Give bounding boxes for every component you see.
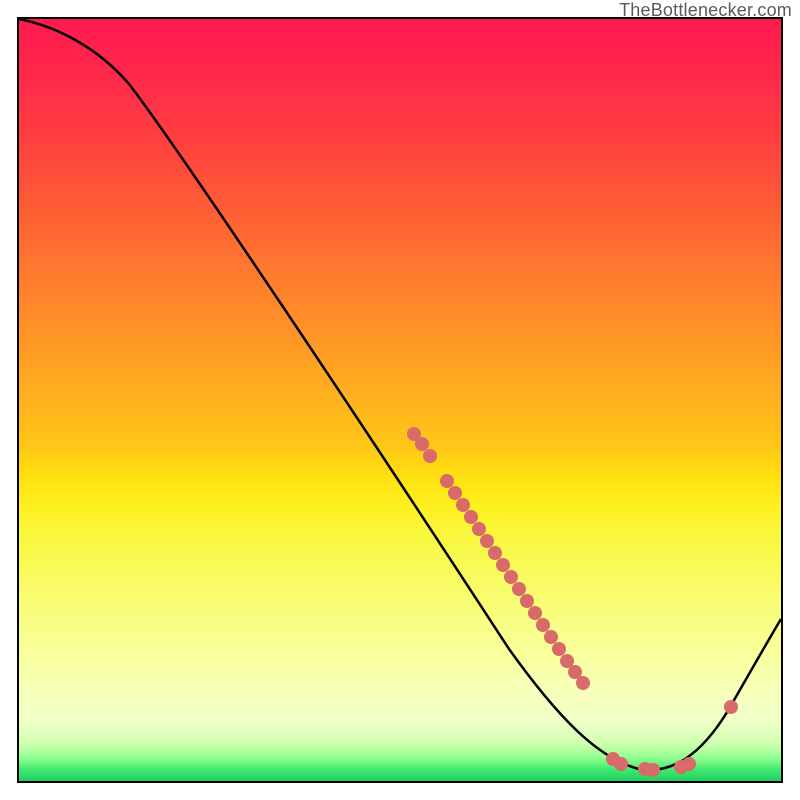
marker-dot (464, 510, 478, 524)
chart-container: TheBottlenecker.com (0, 0, 800, 800)
chart-markers (407, 427, 738, 777)
marker-dot (496, 558, 510, 572)
marker-dot (682, 757, 696, 771)
marker-dot (552, 642, 566, 656)
marker-dot (520, 594, 534, 608)
marker-dot (415, 437, 429, 451)
marker-dot (646, 763, 660, 777)
bottleneck-curve (19, 19, 781, 770)
marker-dot (724, 700, 738, 714)
marker-dot (456, 498, 470, 512)
plot-area (17, 17, 783, 783)
marker-dot (480, 534, 494, 548)
marker-dot (544, 630, 558, 644)
marker-dot (576, 676, 590, 690)
marker-dot (614, 757, 628, 771)
marker-dot (536, 618, 550, 632)
marker-dot (504, 570, 518, 584)
marker-dot (472, 522, 486, 536)
marker-dot (448, 486, 462, 500)
marker-dot (528, 606, 542, 620)
chart-svg (19, 19, 781, 781)
marker-dot (440, 474, 454, 488)
attribution-text: TheBottlenecker.com (619, 0, 792, 21)
marker-dot (512, 582, 526, 596)
marker-dot (423, 449, 437, 463)
marker-dot (488, 546, 502, 560)
